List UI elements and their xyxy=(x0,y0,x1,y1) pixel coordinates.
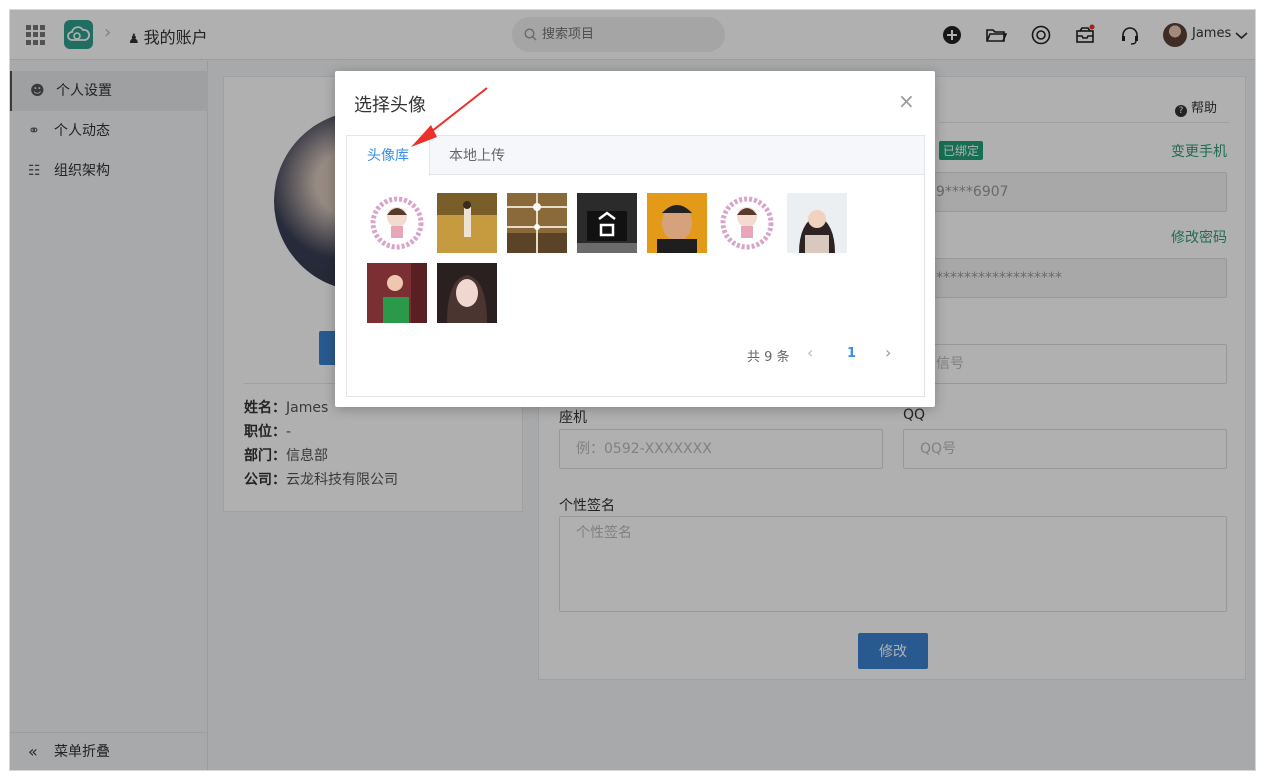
tabs-container: 头像库 本地上传 共 9 条 ‹ 1 › xyxy=(346,135,925,397)
chevron-left-icon[interactable]: ‹ xyxy=(807,343,813,362)
app-window: › ♟我的账户 James ☻个人设置 ⚭个人动态 ☷组织架构 «菜单折叠 xyxy=(10,10,1255,770)
avatar-option[interactable] xyxy=(787,193,847,253)
avatar-option[interactable] xyxy=(437,193,497,253)
avatar-option[interactable] xyxy=(437,263,497,323)
avatar-option[interactable] xyxy=(577,193,637,253)
avatar-option[interactable] xyxy=(647,193,707,253)
avatar-option[interactable] xyxy=(507,193,567,253)
pagination-page[interactable]: 1 xyxy=(847,346,856,361)
close-icon[interactable]: × xyxy=(898,89,915,113)
pagination-total: 共 9 条 xyxy=(747,350,790,365)
avatar-option[interactable] xyxy=(367,193,427,253)
chevron-right-icon[interactable]: › xyxy=(885,343,891,362)
avatar-option[interactable] xyxy=(367,263,427,323)
annotation-arrow-icon xyxy=(411,87,488,147)
avatar-option[interactable] xyxy=(717,193,777,253)
